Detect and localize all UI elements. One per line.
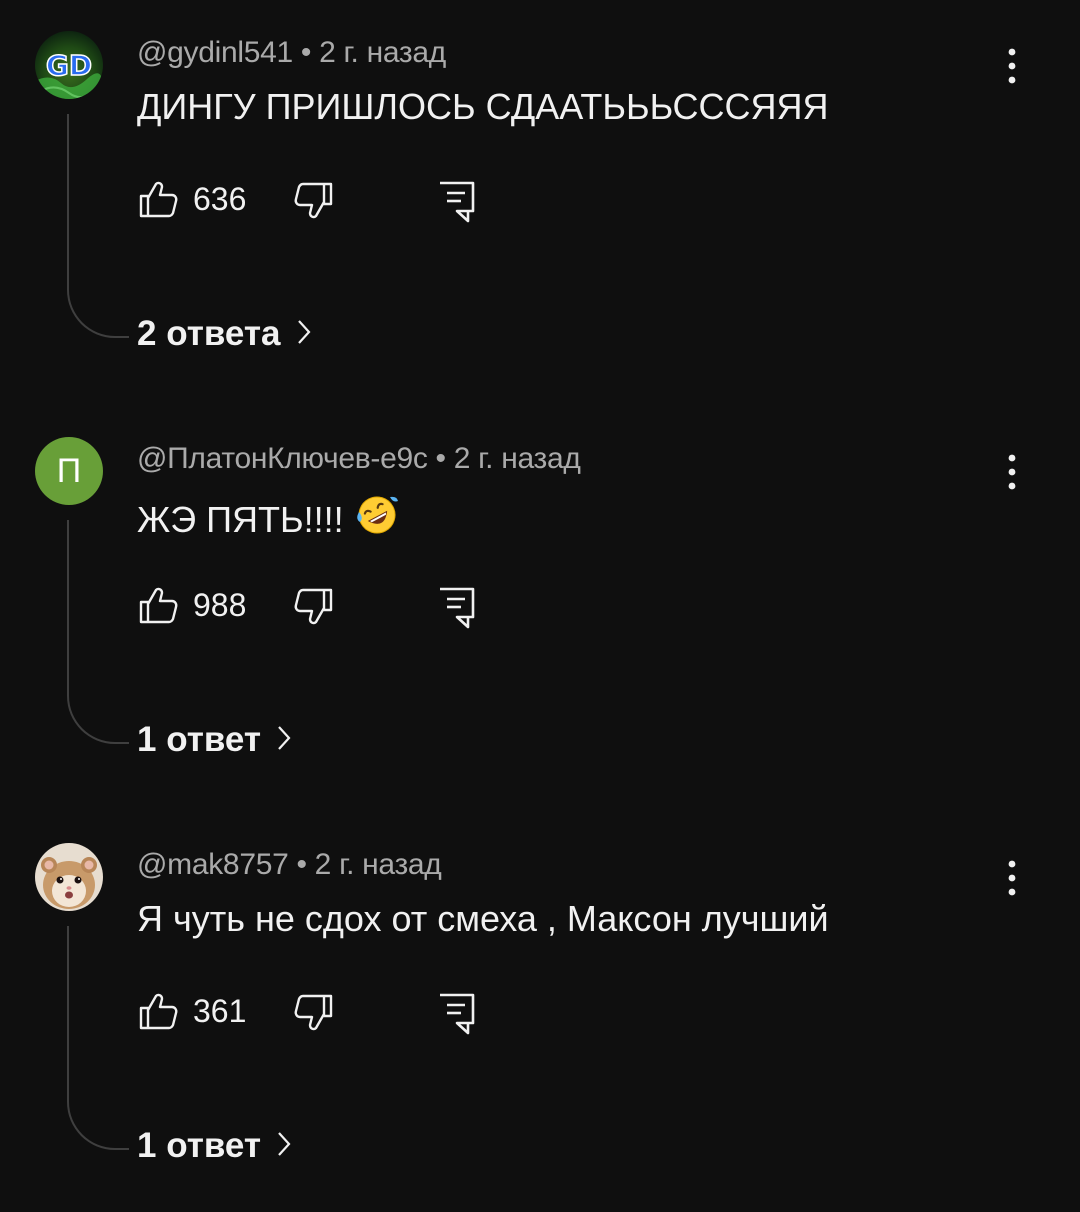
avatar[interactable] [35, 843, 103, 911]
comment-time: 2 г. назад [453, 442, 581, 475]
view-replies-button[interactable]: 1 ответ [137, 1126, 291, 1166]
reply-button[interactable] [437, 992, 477, 1041]
like-count: 988 [193, 586, 247, 623]
comment-time: 2 г. назад [319, 36, 446, 69]
thumbs-up-icon [139, 181, 178, 218]
dislike-button[interactable] [293, 180, 335, 227]
like-count: 636 [193, 180, 247, 217]
more-options-button[interactable] [994, 42, 1030, 90]
replies-label: 2 ответа [137, 314, 281, 353]
avatar[interactable]: GD [35, 31, 103, 99]
like-button[interactable]: 636 [137, 178, 246, 220]
comment: @mak8757 • 2 г. назад Я чуть не сдох от см… [0, 812, 1080, 1212]
replies-label: 1 ответ [137, 720, 262, 759]
comment-meta: @ПлатонКлючев-е9с • 2 г. назад [137, 442, 581, 476]
comment: П @ПлатонКлючев-е9с • 2 г. назад ЖЭ ПЯТЬ!!… [0, 406, 1080, 806]
comment-actions: 636 [137, 178, 537, 226]
chevron-right-icon [277, 1126, 291, 1166]
avatar-letter: П [56, 451, 82, 490]
meta-separator: • [296, 848, 307, 881]
comment: GD @gydinl541 • 2 г. назад ДИНГУ ПРИШЛОСЬ … [0, 0, 1080, 400]
author-name[interactable]: @ПлатонКлючев-е9с [137, 442, 428, 475]
comment-meta: @gydinl541 • 2 г. назад [137, 36, 446, 70]
rolling-on-floor-laughing-emoji-icon [354, 492, 400, 547]
meta-separator: • [435, 442, 447, 475]
comment-actions: 988 [137, 584, 537, 632]
svg-text:GD: GD [46, 49, 92, 82]
chevron-right-icon [277, 720, 291, 760]
thread-line [67, 520, 129, 744]
comment-actions: 361 [137, 990, 537, 1038]
comment-text: Я чуть не сдох от смеха , Максон лучший [137, 898, 829, 940]
thumbs-up-icon [139, 587, 178, 624]
like-button[interactable]: 361 [137, 990, 246, 1032]
hamster-photo-avatar-image [35, 843, 103, 911]
chevron-right-icon [297, 314, 311, 354]
comment-text: ЖЭ ПЯТЬ!!!! [137, 492, 400, 547]
replies-label: 1 ответ [137, 1126, 262, 1165]
vertical-dots-icon [1008, 48, 1016, 84]
gd-logo-avatar-image: GD [35, 31, 103, 99]
thumbs-down-icon [294, 994, 333, 1031]
thread-line [67, 114, 129, 338]
reply-button[interactable] [437, 180, 477, 229]
like-count: 361 [193, 992, 247, 1029]
dislike-button[interactable] [293, 992, 335, 1039]
more-options-button[interactable] [994, 854, 1030, 902]
thread-line [67, 926, 129, 1150]
meta-separator: • [300, 36, 312, 69]
thumbs-down-icon [294, 182, 333, 219]
like-button[interactable]: 988 [137, 584, 246, 626]
vertical-dots-icon [1008, 860, 1016, 896]
comment-text-content: ЖЭ ПЯТЬ!!!! [137, 498, 344, 540]
dislike-button[interactable] [293, 586, 335, 633]
author-name[interactable]: @gydinl541 [137, 36, 293, 69]
comment-meta: @mak8757 • 2 г. назад [137, 848, 442, 882]
view-replies-button[interactable]: 2 ответа [137, 314, 311, 354]
comment-text-content: ДИНГУ ПРИШЛОСЬ СДААТЬЬЬСССЯЯЯ [137, 86, 829, 127]
view-replies-button[interactable]: 1 ответ [137, 720, 291, 760]
more-options-button[interactable] [994, 448, 1030, 496]
reply-button[interactable] [437, 586, 477, 635]
avatar[interactable]: П [35, 437, 103, 505]
reply-comment-icon [440, 181, 475, 223]
reply-comment-icon [440, 993, 475, 1035]
author-name[interactable]: @mak8757 [137, 848, 289, 881]
comment-text-content: Я чуть не сдох от смеха , Максон лучший [137, 898, 829, 939]
thumbs-down-icon [294, 588, 333, 625]
vertical-dots-icon [1008, 454, 1016, 490]
comment-text: ДИНГУ ПРИШЛОСЬ СДААТЬЬЬСССЯЯЯ [137, 86, 829, 128]
comment-time: 2 г. назад [314, 848, 442, 881]
reply-comment-icon [440, 587, 475, 629]
thumbs-up-icon [139, 993, 178, 1030]
